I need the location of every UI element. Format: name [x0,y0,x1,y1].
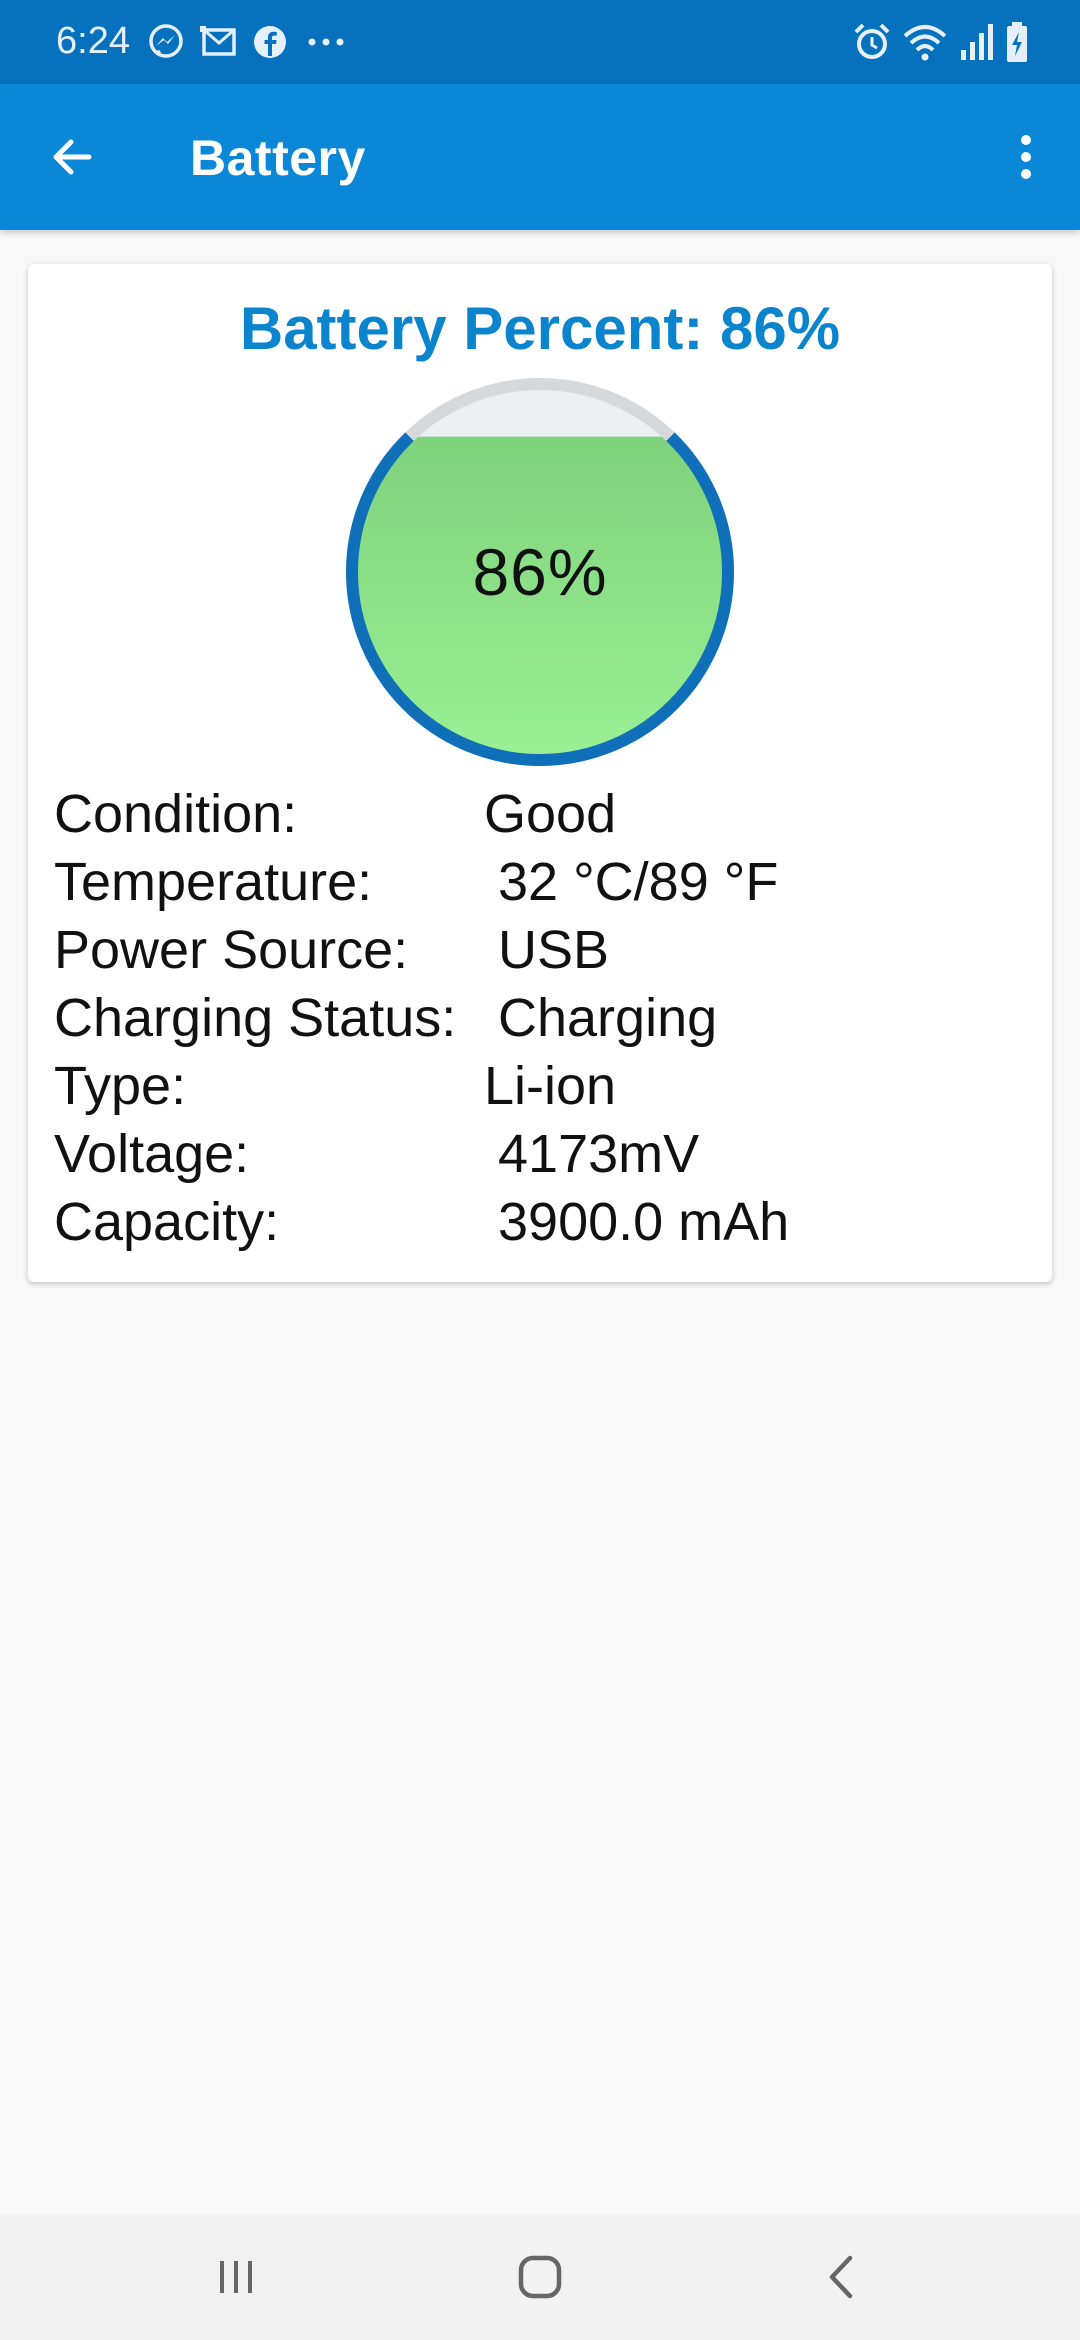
detail-value: Li-ion [484,1056,617,1116]
arrow-back-icon [53,139,92,175]
more-notifications-icon [308,38,344,46]
back-button[interactable] [40,124,106,190]
detail-label: Charging Status: [54,988,457,1048]
detail-label: Power Source: [54,920,409,980]
detail-value: 3900.0 mAh [498,1192,790,1252]
detail-value: USB [498,920,610,980]
nav-back-button[interactable] [782,2240,902,2314]
home-button[interactable] [480,2240,600,2314]
detail-row-voltage: Voltage: 4173mV [54,1120,1034,1188]
detail-value: 4173mV [498,1124,700,1184]
notification-icons [146,20,350,64]
status-bar: 6:24 [0,0,1080,84]
facebook-icon [254,26,286,58]
detail-label: Temperature: [54,852,373,912]
detail-label: Type: [54,1056,187,1116]
detail-value: 32 °C/89 °F [498,852,779,912]
gauge-percent-label: 86% [472,535,608,609]
detail-row-condition: Condition: Good [54,780,1034,848]
alarm-icon [854,23,890,59]
wifi-icon [903,25,947,61]
email-icon [200,26,236,56]
page-title: Battery [190,130,366,186]
detail-label: Condition: [54,784,298,844]
battery-gauge: 86% [340,372,740,772]
system-nav-bar [0,2214,1080,2340]
detail-row-capacity: Capacity: 3900.0 mAh [54,1188,1034,1256]
detail-value: Charging [498,988,718,1048]
system-status-icons [852,18,1030,66]
battery-charging-icon [1007,22,1027,62]
overflow-menu-button[interactable] [996,124,1056,190]
recent-apps-icon [220,2261,252,2293]
battery-details: Condition: Good Temperature: 32 °C/89 °F… [54,780,1034,1256]
detail-value: Good [484,784,617,844]
battery-card: Battery Percent: 86% 86% Condition: Good [28,264,1052,1282]
detail-row-temperature: Temperature: 32 °C/89 °F [54,848,1034,916]
cell-signal-icon [961,24,993,60]
recent-apps-button[interactable] [176,2240,296,2314]
messenger-icon [149,24,183,58]
back-icon [829,2255,853,2299]
more-vert-icon [1021,135,1031,179]
detail-row-charging-status: Charging Status: Charging [54,984,1034,1052]
detail-row-type: Type: Li-ion [54,1052,1034,1120]
detail-row-power-source: Power Source: USB [54,916,1034,984]
detail-label: Voltage: [54,1124,250,1184]
detail-label: Capacity: [54,1192,280,1252]
app-bar: Battery [0,84,1080,230]
battery-percent-heading: Battery Percent: 86% [239,295,841,362]
status-time: 6:24 [56,20,130,62]
home-icon [518,2255,562,2299]
